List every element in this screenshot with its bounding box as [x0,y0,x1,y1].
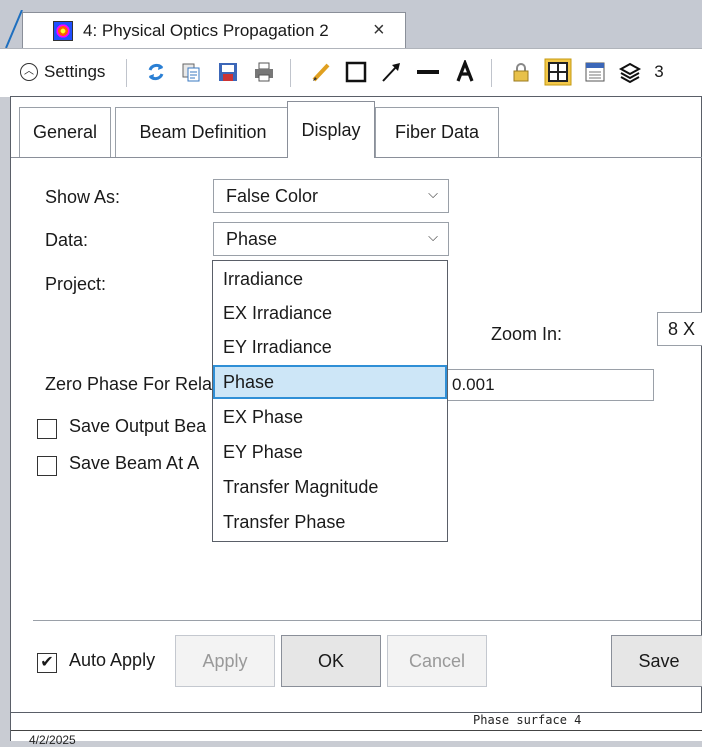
cancel-button[interactable]: Cancel [387,635,487,687]
settings-label: Settings [44,62,106,81]
data-combobox[interactable]: Phase ⌵ [213,222,449,256]
layout-icon[interactable] [582,59,608,85]
copy-icon[interactable] [178,59,204,85]
toolbar-separator [290,59,291,87]
show-as-value: False Color [226,185,319,206]
dropdown-option-ex-irradiance[interactable]: EX Irradiance [213,296,447,330]
zoom-combobox[interactable]: 8 X [657,312,702,346]
apply-button[interactable]: Apply [175,635,275,687]
save-beam-at-all-label: Save Beam At A [69,453,200,473]
ok-button[interactable]: OK [281,635,381,687]
line-icon[interactable] [414,59,442,85]
refresh-icon[interactable] [143,59,169,85]
save-output-beam-label: Save Output Bea [69,416,207,436]
save-output-beam-checkbox[interactable] [37,419,57,439]
data-value: Phase [226,228,278,249]
checkmark-icon: ✔ [40,654,54,671]
print-icon[interactable] [251,59,277,85]
tab-fiber-data[interactable]: Fiber Data [375,107,499,157]
analysis-toolbar: ︿ Settings 3 [0,48,702,97]
plot-date: 4/2/2025 [29,733,76,747]
data-label: Data: [45,230,89,250]
project-label: Project: [45,274,107,294]
grid-icon[interactable] [544,58,572,86]
document-tab-strip: 4: Physical Optics Propagation 2 × [0,0,702,48]
show-as-label: Show As: [45,187,121,207]
tab-general[interactable]: General [19,107,111,157]
toolbar-separator [491,59,492,87]
plot-caption: Phase surface 4 [473,713,582,727]
footer-divider [33,620,702,621]
chevron-up-icon: ︿ [20,63,38,81]
zero-phase-value: 0.001 [452,375,495,394]
plot-caption-strip: Phase surface 4 4/2/2025 [10,713,702,747]
zero-phase-label: Zero Phase For Rela [45,374,213,394]
rectangle-icon[interactable] [343,59,369,85]
zoom-label: Zoom In: [491,324,563,344]
toolbar-overflow-text: 3 [654,62,664,81]
tab-display[interactable]: Display [287,101,375,158]
save-button[interactable]: Save [611,635,702,687]
settings-button[interactable]: ︿ Settings [20,59,105,85]
plot-frame-line [11,730,702,731]
toolbar-separator [126,59,127,87]
dropdown-option-transfer-magnitude[interactable]: Transfer Magnitude [213,470,447,504]
save-image-icon[interactable] [215,59,241,85]
chevron-down-icon: ⌵ [428,186,438,201]
layers-icon[interactable] [617,59,643,85]
chevron-down-icon: ⌵ [428,229,438,244]
auto-apply-label: Auto Apply [69,650,156,670]
data-dropdown-list: Irradiance EX Irradiance EY Irradiance P… [212,260,448,542]
tab-beam-definition[interactable]: Beam Definition [115,107,291,157]
dropdown-option-ey-irradiance[interactable]: EY Irradiance [213,330,447,364]
close-icon[interactable]: × [373,19,385,42]
arrow-icon[interactable] [378,59,404,85]
document-tab[interactable]: 4: Physical Optics Propagation 2 × [22,12,406,48]
dropdown-option-phase[interactable]: Phase [213,365,447,399]
zoom-value: 8 X [668,318,696,339]
dropdown-option-irradiance[interactable]: Irradiance [213,262,447,296]
zero-phase-input[interactable]: 0.001 [447,369,654,401]
settings-tabs: General Beam Definition Display Fiber Da… [11,97,702,158]
lock-icon[interactable] [508,59,534,85]
pencil-icon[interactable] [308,59,334,85]
tab-accent-shape [5,10,23,48]
show-as-combobox[interactable]: False Color ⌵ [213,179,449,213]
auto-apply-checkbox[interactable]: ✔ [37,653,57,673]
pop-analysis-icon [53,21,73,41]
dropdown-option-transfer-phase[interactable]: Transfer Phase [213,505,447,539]
document-tab-title: 4: Physical Optics Propagation 2 [83,21,329,40]
text-icon[interactable] [452,59,478,85]
save-beam-at-all-checkbox[interactable] [37,456,57,476]
dropdown-option-ex-phase[interactable]: EX Phase [213,400,447,434]
dropdown-option-ey-phase[interactable]: EY Phase [213,435,447,469]
